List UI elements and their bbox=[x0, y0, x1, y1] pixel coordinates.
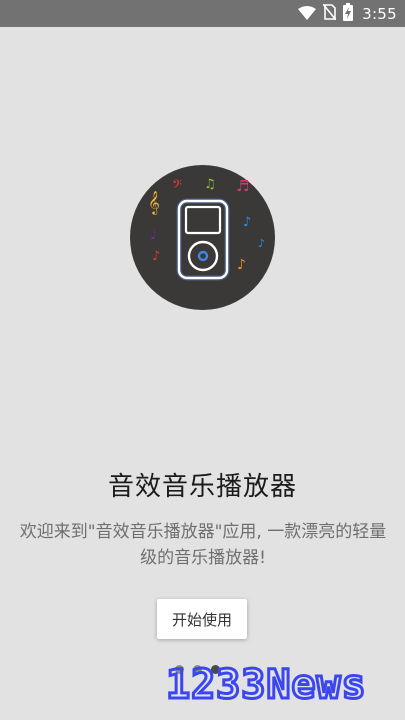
watermark-logo: 1233News bbox=[165, 660, 401, 710]
treble-clef-icon: 𝄞 bbox=[148, 190, 160, 215]
battery-charging-icon bbox=[343, 3, 354, 25]
start-button[interactable]: 开始使用 bbox=[157, 599, 247, 639]
svg-text:♩: ♩ bbox=[150, 228, 156, 243]
svg-text:♪: ♪ bbox=[237, 257, 246, 273]
svg-text:𝄢: 𝄢 bbox=[172, 177, 182, 195]
svg-text:♪: ♪ bbox=[152, 249, 160, 264]
music-player-icon bbox=[176, 198, 230, 281]
status-icons: 3:55 bbox=[298, 3, 397, 25]
no-sim-icon bbox=[322, 3, 337, 24]
page-title: 音效音乐播放器 bbox=[107, 472, 297, 502]
svg-text:♫: ♫ bbox=[204, 177, 216, 192]
svg-text:♪: ♪ bbox=[258, 237, 265, 250]
status-time: 3:55 bbox=[362, 5, 397, 23]
svg-text:♪: ♪ bbox=[243, 215, 251, 230]
svg-text:1233News: 1233News bbox=[166, 662, 367, 705]
status-bar: 3:55 bbox=[0, 0, 405, 27]
app-description: 欢迎来到"音效音乐播放器"应用, 一款漂亮的轻量级的音乐播放器! bbox=[19, 522, 387, 568]
svg-text:♬: ♬ bbox=[236, 177, 249, 195]
wifi-icon bbox=[298, 5, 317, 24]
svg-text:𝄞: 𝄞 bbox=[148, 190, 160, 215]
music-note-icon: ♫ ♬ ♪ ♪ ♪ ♩ ♪ bbox=[150, 177, 265, 273]
hero-logo: 𝄞 𝄢 ♫ ♬ ♪ ♪ ♪ ♩ ♪ bbox=[130, 165, 275, 310]
bass-clef-icon: 𝄢 bbox=[172, 177, 182, 195]
